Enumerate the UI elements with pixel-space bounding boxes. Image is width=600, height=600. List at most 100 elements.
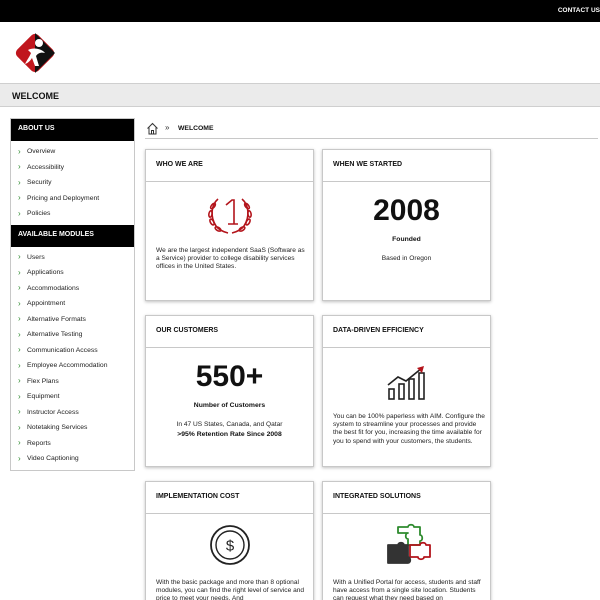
- sidebar-item-label: Security: [27, 179, 52, 187]
- dollar-coin-icon: $: [210, 525, 250, 565]
- customer-count-label: Number of Customers: [193, 402, 266, 409]
- chevron-right-icon: ›: [18, 177, 21, 187]
- card-title: DATA-DRIVEN EFFICIENCY: [323, 316, 490, 348]
- chevron-right-icon: ›: [18, 314, 21, 324]
- chevron-right-icon: ›: [18, 438, 21, 448]
- growth-chart-icon: [387, 366, 425, 400]
- chevron-right-icon: ›: [18, 267, 21, 277]
- breadcrumb-current: WELCOME: [178, 125, 214, 132]
- chevron-right-icon: ›: [18, 162, 21, 172]
- card-title: WHEN WE STARTED: [323, 150, 490, 182]
- card-who-we-are: WHO WE ARE We are the largest independen…: [145, 149, 314, 301]
- card-when-we-started: WHEN WE STARTED 2008 Founded Based in Or…: [322, 149, 491, 301]
- about-us-heading: ABOUT US: [11, 119, 134, 141]
- sidebar-item-applications[interactable]: › Applications: [11, 265, 134, 281]
- sidebar-item-instructor-access[interactable]: › Instructor Access: [11, 405, 134, 421]
- sidebar-item-label: Alternative Formats: [27, 315, 86, 323]
- founded-label: Founded: [392, 236, 421, 243]
- card-text: You can be 100% paperless with AIM. Conf…: [333, 413, 485, 445]
- card-text: We are the largest independent SaaS (Sof…: [156, 247, 305, 271]
- sidebar-item-label: Accommodations: [27, 284, 80, 292]
- top-bar: CONTACT US: [0, 0, 600, 22]
- card-title: IMPLEMENTATION COST: [146, 482, 313, 514]
- sidebar-item-alternative-testing[interactable]: › Alternative Testing: [11, 327, 134, 343]
- sidebar-item-equipment[interactable]: › Equipment: [11, 389, 134, 405]
- sidebar-item-label: Alternative Testing: [27, 331, 83, 339]
- page-title: WELCOME: [12, 91, 59, 101]
- contact-us-link[interactable]: CONTACT US: [558, 7, 600, 14]
- sidebar-item-accommodations[interactable]: › Accommodations: [11, 281, 134, 297]
- sidebar-item-label: Equipment: [27, 393, 60, 401]
- chevron-right-icon: ›: [18, 453, 21, 463]
- sidebar-item-label: Video Captioning: [27, 455, 79, 463]
- customer-locations: In 47 US States, Canada, and Qatar: [176, 421, 283, 428]
- card-integrated-solutions: INTEGRATED SOLUTIONS With a Unified Port…: [322, 481, 491, 600]
- chevron-right-icon: ›: [18, 360, 21, 370]
- card-text: With a Unified Portal for access, studen…: [333, 579, 481, 600]
- sidebar-item-label: Flex Plans: [27, 377, 59, 385]
- svg-text:$: $: [226, 538, 235, 555]
- sidebar-item-flex-plans[interactable]: › Flex Plans: [11, 374, 134, 390]
- sidebar-item-overview[interactable]: › Overview: [11, 144, 134, 160]
- chevron-right-icon: ›: [18, 283, 21, 293]
- sidebar-item-communication-access[interactable]: › Communication Access: [11, 343, 134, 359]
- card-our-customers: OUR CUSTOMERS 550+ Number of Customers I…: [145, 315, 314, 467]
- sidebar-item-label: Pricing and Deployment: [27, 194, 100, 202]
- sidebar-item-video-captioning[interactable]: › Video Captioning: [11, 451, 134, 467]
- chevron-right-icon: ›: [18, 376, 21, 386]
- sidebar-item-label: Instructor Access: [27, 408, 79, 416]
- chevron-right-icon: ›: [18, 208, 21, 218]
- chevron-right-icon: ›: [18, 345, 21, 355]
- chevron-right-icon: ›: [18, 193, 21, 203]
- sidebar-item-security[interactable]: › Security: [11, 175, 134, 191]
- card-title: INTEGRATED SOLUTIONS: [323, 482, 490, 514]
- home-icon[interactable]: [146, 122, 159, 135]
- customer-count: 550+: [195, 360, 264, 393]
- card-implementation-cost: IMPLEMENTATION COST $ With the basic pac…: [145, 481, 314, 600]
- sidebar-item-policies[interactable]: › Policies: [11, 206, 134, 222]
- available-modules-heading: AVAILABLE MODULES: [11, 224, 134, 247]
- sidebar-item-label: Employee Accommodation: [27, 362, 108, 370]
- sidebar-item-alternative-formats[interactable]: › Alternative Formats: [11, 312, 134, 328]
- sidebar-item-label: Notetaking Services: [27, 424, 88, 432]
- sidebar-item-notetaking-services[interactable]: › Notetaking Services: [11, 420, 134, 436]
- site-logo[interactable]: [12, 30, 58, 76]
- sidebar-item-pricing[interactable]: › Pricing and Deployment: [11, 191, 134, 207]
- chevron-right-icon: ›: [18, 391, 21, 401]
- sidebar-item-label: Reports: [27, 439, 51, 447]
- chevron-right-icon: ›: [18, 146, 21, 156]
- puzzle-pieces-icon: [387, 523, 431, 564]
- retention-rate: >95% Retention Rate Since 2008: [177, 431, 282, 438]
- sidebar-item-label: Accessibility: [27, 163, 65, 171]
- location-text: Based in Oregon: [381, 255, 432, 262]
- breadcrumb: » WELCOME: [145, 120, 598, 139]
- sidebar-item-employee-accommodation[interactable]: › Employee Accommodation: [11, 358, 134, 374]
- chevron-right-icon: ›: [18, 252, 21, 262]
- sidebar-item-label: Users: [27, 253, 45, 261]
- sidebar-item-label: Appointment: [27, 300, 66, 308]
- sidebar-item-label: Policies: [27, 210, 51, 218]
- sidebar-item-users[interactable]: › Users: [11, 250, 134, 266]
- sidebar-item-reports[interactable]: › Reports: [11, 436, 134, 452]
- sidebar-item-label: Applications: [27, 269, 64, 277]
- sidebar-item-accessibility[interactable]: › Accessibility: [11, 160, 134, 176]
- modules-list: › Users › Applications › Accommodations › Ap…: [11, 247, 134, 470]
- page-title-bar: WELCOME: [0, 83, 600, 107]
- chevron-right-icon: ›: [18, 407, 21, 417]
- chevron-right-icon: ›: [18, 329, 21, 339]
- sidebar-item-appointment[interactable]: › Appointment: [11, 296, 134, 312]
- chevron-right-icon: ›: [18, 298, 21, 308]
- sidebar: ABOUT US › Overview › Accessibility › Secur…: [10, 118, 135, 471]
- card-title: OUR CUSTOMERS: [146, 316, 313, 348]
- breadcrumb-separator: »: [165, 123, 170, 132]
- card-text: With the basic package and more than 8 o…: [156, 579, 305, 600]
- chevron-right-icon: ›: [18, 422, 21, 432]
- sidebar-item-label: Communication Access: [27, 346, 98, 354]
- number-one-laurel-icon: [208, 198, 252, 234]
- sidebar-item-label: Overview: [27, 148, 56, 156]
- about-us-list: › Overview › Accessibility › Security › Pric…: [11, 141, 134, 225]
- card-data-driven-efficiency: DATA-DRIVEN EFFICIENCY You can be 100% p…: [322, 315, 491, 467]
- founded-year: 2008: [373, 194, 440, 227]
- figure-logo-icon: [15, 33, 55, 73]
- card-title: WHO WE ARE: [146, 150, 313, 182]
